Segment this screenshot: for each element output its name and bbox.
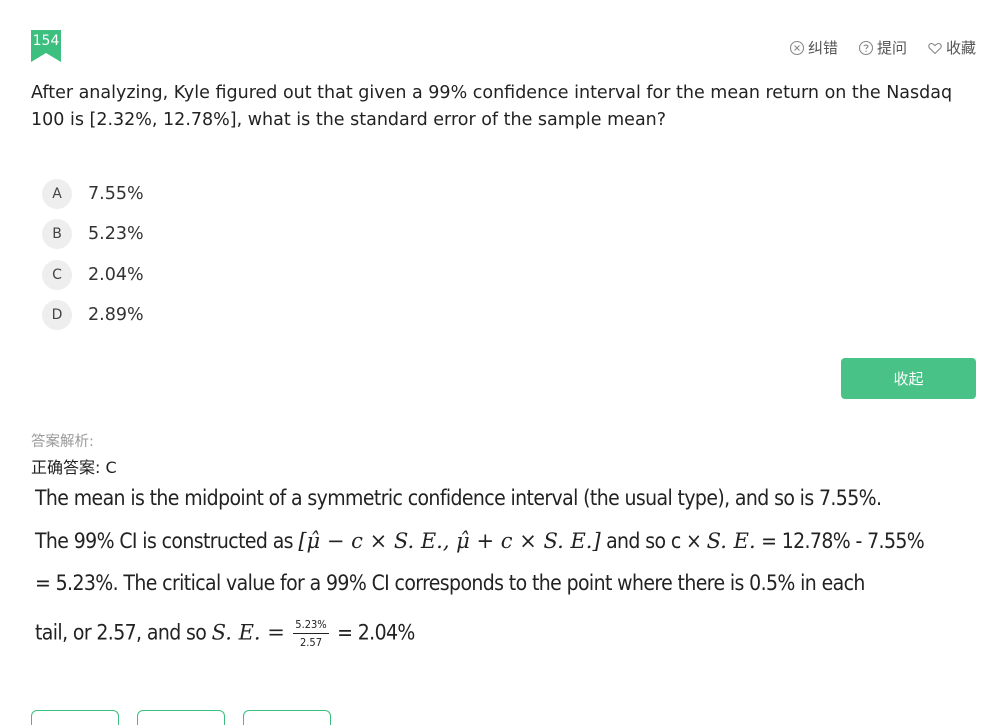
explanation-text: The 99% CI is constructed as — [35, 529, 294, 553]
favorite-button[interactable]: 收藏 — [927, 37, 976, 58]
report-error-button[interactable]: 纠错 — [789, 37, 838, 58]
bottom-tab[interactable] — [243, 710, 331, 725]
header-actions: 纠错 提问 收藏 — [789, 37, 976, 58]
option-b[interactable]: B 5.23% — [42, 219, 144, 250]
question-circle-icon — [858, 40, 874, 55]
explanation-text: = 12.78% - 7.55% — [761, 529, 925, 553]
bottom-tabs — [31, 710, 331, 725]
ask-question-button[interactable]: 提问 — [858, 37, 907, 58]
ask-question-label: 提问 — [876, 39, 907, 57]
options-list: A 7.55% B 5.23% C 2.04% D 2.89% — [42, 178, 144, 340]
explanation-text: tail, or 2.57, and so — [35, 620, 207, 645]
option-letter: B — [42, 219, 72, 249]
fraction-numerator: 5.23% — [293, 618, 329, 634]
explanation-line-1: The mean is the midpoint of a symmetric … — [35, 486, 882, 510]
fraction: 5.23% 2.57 — [293, 618, 329, 649]
option-letter: A — [42, 178, 72, 209]
explanation-line-4: tail, or 2.57, and so S. E. = 5.23% 2.57… — [35, 618, 415, 649]
option-text: 5.23% — [88, 224, 144, 244]
option-letter: D — [42, 300, 72, 330]
heart-icon — [928, 42, 942, 54]
question-text: After analyzing, Kyle figured out that g… — [31, 83, 953, 130]
collapse-button[interactable]: 收起 — [841, 358, 976, 399]
bottom-tab[interactable] — [137, 710, 225, 725]
favorite-label: 收藏 — [945, 39, 976, 57]
fraction-denominator: 2.57 — [299, 636, 323, 649]
option-d[interactable]: D 2.89% — [42, 300, 144, 331]
se-symbol: S. E. — [706, 529, 756, 553]
explanation-line-3: = 5.23%. The critical value for a 99% CI… — [35, 571, 865, 595]
option-text: 7.55% — [88, 183, 144, 204]
option-a[interactable]: A 7.55% — [42, 178, 144, 209]
error-circle-icon — [789, 40, 805, 55]
report-error-label: 纠错 — [807, 39, 838, 57]
question-number-badge: 154 — [31, 30, 61, 62]
option-c[interactable]: C 2.04% — [42, 259, 144, 290]
explanation-text: = 2.04% — [337, 620, 415, 645]
correct-answer: 正确答案: C — [31, 458, 117, 477]
ci-formula: [μ̂ − c × S. E., μ̂ + c × S. E.] — [298, 529, 601, 553]
explanation-line-2: The 99% CI is constructed as [μ̂ − c × S… — [35, 529, 925, 553]
option-text: 2.89% — [88, 305, 144, 325]
explanation-text: and so c × — [606, 529, 702, 553]
option-text: 2.04% — [88, 264, 144, 285]
se-symbol: S. E. = — [211, 620, 285, 645]
option-letter: C — [42, 259, 72, 290]
bottom-tab[interactable] — [31, 710, 119, 725]
analysis-label: 答案解析: — [31, 434, 94, 450]
